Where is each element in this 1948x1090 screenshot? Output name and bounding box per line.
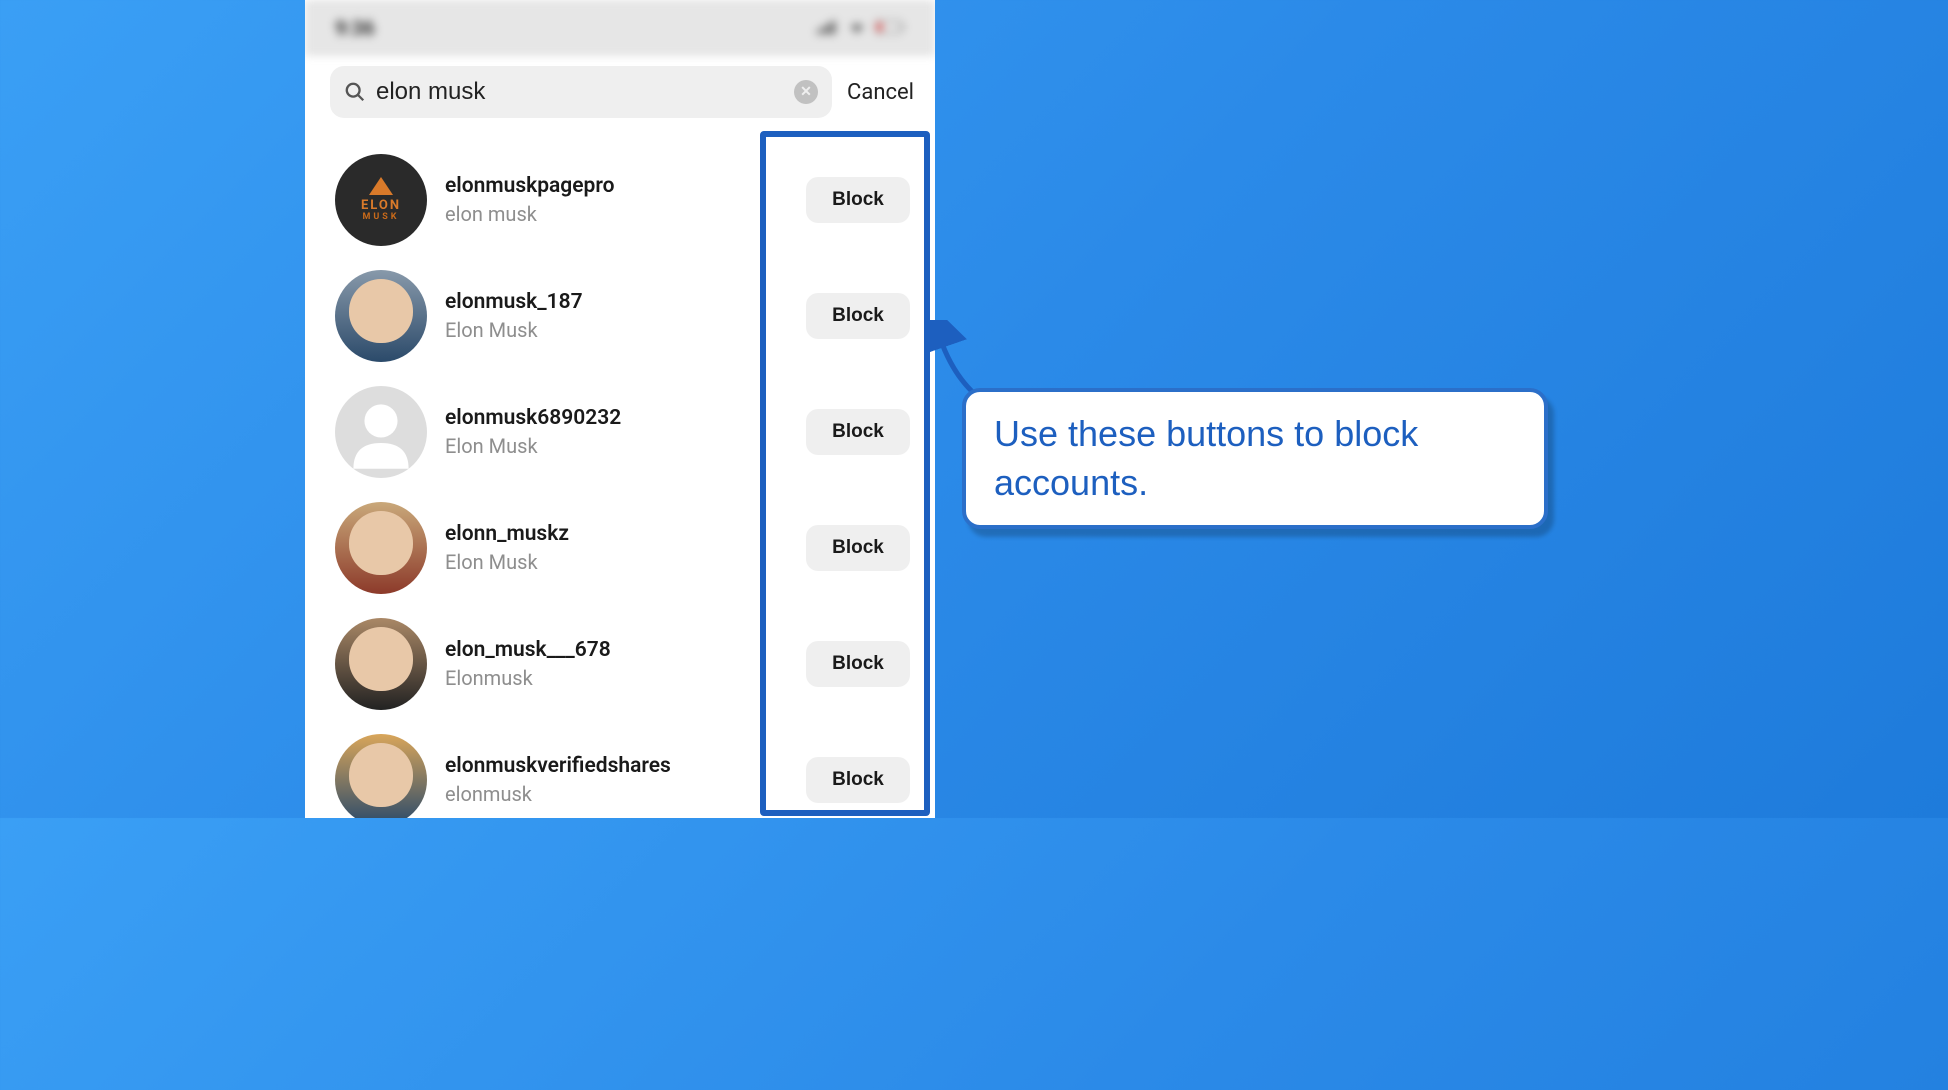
- annotation-callout: Use these buttons to block accounts.: [962, 388, 1548, 529]
- username: elon_musk___678: [445, 638, 788, 662]
- display-name: elon musk: [445, 202, 788, 226]
- search-results: ELONMUSK elonmuskpagepro elon musk Block…: [305, 132, 935, 818]
- battery-icon: [875, 19, 905, 38]
- username: elonn_muskz: [445, 522, 788, 546]
- block-button[interactable]: Block: [806, 525, 910, 571]
- user-info: elonmusk_187 Elon Musk: [445, 290, 788, 342]
- callout-text: Use these buttons to block accounts.: [994, 410, 1516, 507]
- search-icon: [344, 81, 366, 103]
- status-bar: 9:36: [305, 0, 935, 56]
- display-name: Elon Musk: [445, 434, 788, 458]
- result-row[interactable]: ELONMUSK elonmuskpagepro elon musk Block: [305, 142, 935, 258]
- username: elonmusk_187: [445, 290, 788, 314]
- result-row[interactable]: elonmuskverifiedshares elonmusk Block: [305, 722, 935, 818]
- status-indicators: [817, 19, 905, 38]
- display-name: Elon Musk: [445, 550, 788, 574]
- user-info: elonn_muskz Elon Musk: [445, 522, 788, 574]
- cellular-icon: [817, 19, 839, 38]
- avatar: [335, 734, 427, 818]
- username: elonmuskpagepro: [445, 174, 788, 198]
- cancel-button[interactable]: Cancel: [847, 80, 920, 105]
- avatar: [335, 502, 427, 594]
- display-name: Elon Musk: [445, 318, 788, 342]
- block-button[interactable]: Block: [806, 409, 910, 455]
- user-info: elon_musk___678 Elonmusk: [445, 638, 788, 690]
- username: elonmusk6890232: [445, 406, 788, 430]
- avatar: [335, 618, 427, 710]
- block-button[interactable]: Block: [806, 293, 910, 339]
- search-box[interactable]: [330, 66, 832, 118]
- result-row[interactable]: elon_musk___678 Elonmusk Block: [305, 606, 935, 722]
- avatar: ELONMUSK: [335, 154, 427, 246]
- user-info: elonmuskpagepro elon musk: [445, 174, 788, 226]
- result-row[interactable]: elonmusk_187 Elon Musk Block: [305, 258, 935, 374]
- wifi-icon: [847, 19, 867, 38]
- user-info: elonmuskverifiedshares elonmusk: [445, 754, 788, 806]
- search-input[interactable]: [376, 78, 784, 106]
- block-button[interactable]: Block: [806, 177, 910, 223]
- avatar: [335, 270, 427, 362]
- avatar-placeholder: [335, 386, 427, 478]
- block-button[interactable]: Block: [806, 641, 910, 687]
- result-row[interactable]: elonn_muskz Elon Musk Block: [305, 490, 935, 606]
- user-info: elonmusk6890232 Elon Musk: [445, 406, 788, 458]
- search-row: Cancel: [305, 56, 935, 132]
- display-name: Elonmusk: [445, 666, 788, 690]
- block-button[interactable]: Block: [806, 757, 910, 803]
- result-row[interactable]: elonmusk6890232 Elon Musk Block: [305, 374, 935, 490]
- clear-search-icon[interactable]: [794, 80, 818, 104]
- username: elonmuskverifiedshares: [445, 754, 788, 778]
- phone-screen: 9:36 Cancel ELONMUSK elonmuskp: [305, 0, 935, 818]
- status-time: 9:36: [335, 16, 375, 40]
- display-name: elonmusk: [445, 782, 788, 806]
